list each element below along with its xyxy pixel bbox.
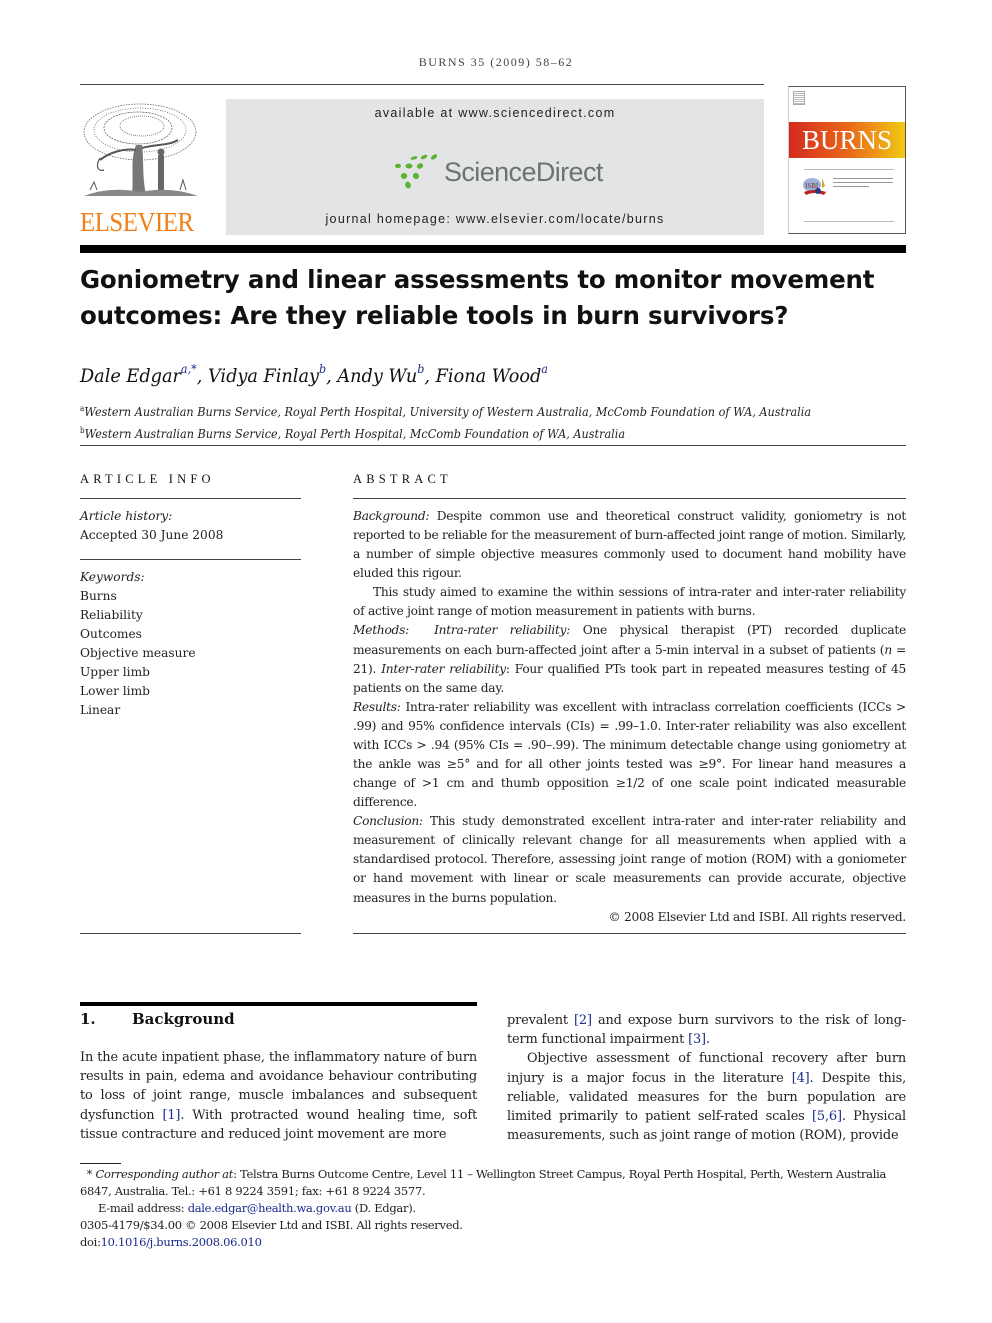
issn-line: 0305-4179/$34.00 © 2008 Elsevier Ltd and… — [80, 1218, 463, 1232]
abstract-body: Background: Despite common use and theor… — [353, 507, 906, 927]
author-affiliation-mark[interactable]: b — [319, 362, 326, 376]
elsevier-tree-icon — [83, 103, 198, 196]
citation-link[interactable]: [1] — [163, 1108, 181, 1123]
abstract-rule — [353, 498, 906, 499]
article-title: Goniometry and linear assessments to mon… — [80, 265, 875, 330]
abstract-aim: This study aimed to examine the within s… — [353, 585, 906, 619]
journal-homepage-link[interactable]: journal homepage: www.elsevier.com/locat… — [226, 212, 764, 226]
sciencedirect-dots-icon — [395, 154, 438, 189]
author-list: Dale Edgara,*, Vidya Finlayb, Andy Wub, … — [80, 362, 548, 387]
article-info-rule — [80, 933, 301, 934]
article-history: Article history: Accepted 30 June 2008 — [80, 507, 223, 545]
paragraph: In the acute inpatient phase, the inflam… — [80, 1050, 477, 1142]
citation-link[interactable]: [4] — [792, 1071, 810, 1086]
affiliation: bWestern Australian Burns Service, Royal… — [80, 426, 626, 441]
keyword: Upper limb — [80, 665, 150, 679]
footnotes: * Corresponding author at: Telstra Burns… — [80, 1166, 906, 1251]
body-column-left: In the acute inpatient phase, the inflam… — [80, 1048, 477, 1144]
sciencedirect-wordmark: ScienceDirect — [444, 156, 603, 187]
cover-subtitle — [833, 178, 893, 190]
author-affiliation-mark[interactable]: a — [541, 362, 548, 376]
email-link[interactable]: dale.edgar@health.wa.gov.au — [188, 1201, 352, 1215]
section-rule — [80, 1002, 477, 1006]
cover-title: BURNS — [801, 125, 893, 155]
citation-link[interactable]: [2] — [574, 1013, 592, 1028]
affiliations: aWestern Australian Burns Service, Royal… — [80, 399, 811, 443]
cover-divider — [804, 169, 894, 170]
sciencedirect-logo[interactable]: ScienceDirect — [392, 151, 604, 193]
sciencedirect-banner: available at www.sciencedirect.com Scien… — [226, 99, 764, 235]
corresponding-author-note: * Corresponding author at: Telstra Burns… — [80, 1167, 887, 1198]
elsevier-wordmark: ELSEVIER — [80, 207, 194, 237]
keywords-list: Keywords: Burns Reliability Outcomes Obj… — [80, 568, 196, 720]
running-head: BURNS 35 (2009) 58–62 — [418, 55, 574, 69]
available-at-link[interactable]: available at www.sciencedirect.com — [226, 106, 764, 120]
author[interactable]: Fiona Wooda — [436, 362, 548, 387]
abstract-results: Results: Intra-rater reliability was exc… — [353, 699, 906, 810]
author[interactable]: Dale Edgara,* — [80, 362, 197, 387]
abstract-heading: ABSTRACT — [353, 472, 452, 486]
author[interactable]: Andy Wub — [337, 362, 424, 387]
section-heading: 1. Background — [80, 1010, 235, 1028]
email-note: E-mail address: dale.edgar@health.wa.gov… — [98, 1201, 416, 1215]
cover-elsevier-icon — [793, 91, 805, 105]
paragraph: prevalent [2] and expose burn survivors … — [507, 1013, 906, 1048]
body-column-right: prevalent [2] and expose burn survivors … — [507, 1011, 906, 1145]
journal-cover-thumbnail[interactable]: BURNS ISBI — [788, 86, 906, 234]
elsevier-logo[interactable]: ELSEVIER — [80, 100, 202, 237]
header-rule — [80, 84, 764, 85]
author-affiliation-mark[interactable]: a,* — [181, 362, 197, 376]
cover-divider-bottom — [804, 221, 894, 222]
citation-link[interactable]: [3] — [688, 1032, 706, 1047]
article-info-rule — [80, 559, 301, 560]
doi-link[interactable]: 10.1016/j.burns.2008.06.010 — [101, 1235, 262, 1249]
abstract-conclusion: Conclusion: This study demonstrated exce… — [353, 814, 906, 905]
abstract-background: Background: Despite common use and theor… — [353, 509, 906, 581]
author[interactable]: Vidya Finlayb — [208, 362, 326, 387]
keyword: Objective measure — [80, 646, 196, 660]
citation-link[interactable]: [5,6] — [812, 1109, 842, 1124]
keyword: Linear — [80, 703, 121, 717]
paragraph: Objective assessment of functional recov… — [507, 1051, 907, 1144]
doi-line: doi:10.1016/j.burns.2008.06.010 — [80, 1235, 262, 1249]
keyword: Reliability — [80, 608, 143, 622]
header-thick-rule — [80, 245, 906, 253]
affiliation-rule — [80, 445, 906, 446]
isbi-emblem-icon: ISBI — [803, 178, 826, 195]
keyword: Burns — [80, 589, 117, 603]
accepted-date: Accepted 30 June 2008 — [80, 528, 224, 542]
abstract-methods: Methods: Intra-rater reliability: One ph… — [353, 623, 907, 695]
keyword: Outcomes — [80, 627, 142, 641]
article-info-rule — [80, 498, 301, 499]
affiliation: aWestern Australian Burns Service, Royal… — [80, 404, 812, 419]
footnote-rule — [80, 1163, 121, 1164]
abstract-copyright: © 2008 Elsevier Ltd and ISBI. All rights… — [608, 909, 906, 924]
article-info-heading: ARTICLE INFO — [80, 472, 215, 486]
keyword: Lower limb — [80, 684, 150, 698]
abstract-rule — [353, 933, 906, 934]
